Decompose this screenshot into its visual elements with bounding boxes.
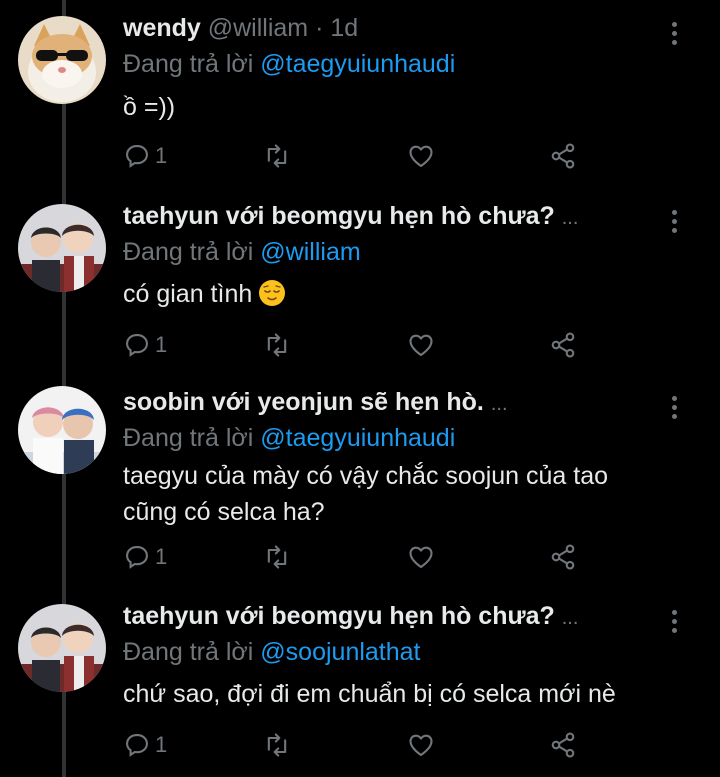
tweet-actions: 1: [123, 540, 593, 574]
like-button[interactable]: [407, 728, 435, 762]
handle[interactable]: @william: [208, 14, 308, 42]
reply-count: 1: [155, 332, 168, 357]
reply-button[interactable]: 1: [123, 728, 167, 762]
avatar[interactable]: [18, 204, 106, 292]
replying-to-label: Đang trả lời: [123, 238, 254, 266]
more-options-icon[interactable]: [664, 16, 684, 50]
retweet-icon: [267, 733, 287, 757]
share-icon: [551, 732, 575, 758]
share-icon: [551, 544, 575, 570]
two-people-photo-avatar: [18, 204, 106, 292]
retweet-button[interactable]: [263, 328, 291, 362]
replying-to-handle[interactable]: @soojunlathat: [260, 638, 420, 666]
reply-icon: [126, 145, 148, 168]
reply-button[interactable]: 1: [123, 328, 167, 362]
display-name[interactable]: wendy: [123, 14, 201, 42]
like-button[interactable]: [407, 139, 435, 173]
reply-icon: [126, 546, 148, 569]
share-button[interactable]: [549, 728, 577, 762]
two-people-selfie-avatar: [18, 386, 106, 474]
avatar[interactable]: [18, 386, 106, 474]
share-icon: [551, 332, 575, 358]
tweet-text: taegyu của mày có vậy chắc soojun của ta…: [123, 462, 609, 526]
tweet[interactable]: taehyun với beomgyu hẹn hò chưa? ... Đan…: [0, 602, 720, 774]
relieved-face-emoji: [259, 280, 286, 306]
tweet-actions: 1: [123, 328, 593, 362]
tweet-text: chứ sao, đợi đi em chuẩn bị có selca mới…: [123, 680, 616, 708]
tweet-text: có gian tình: [123, 276, 683, 312]
replying-to: Đang trả lời @william: [123, 238, 361, 267]
retweet-button[interactable]: [263, 139, 291, 173]
avatar[interactable]: [18, 16, 106, 104]
tweet-header: taehyun với beomgyu hẹn hò chưa? ...: [123, 602, 578, 631]
like-icon: [409, 334, 433, 356]
share-button[interactable]: [549, 540, 577, 574]
timestamp[interactable]: 1d: [330, 14, 358, 42]
name-ellipsis: ...: [561, 207, 579, 229]
retweet-icon: [267, 333, 287, 357]
like-button[interactable]: [407, 540, 435, 574]
reply-count: 1: [155, 732, 168, 757]
replying-to-handle[interactable]: @william: [260, 238, 360, 266]
avatar[interactable]: [18, 604, 106, 692]
replying-to: Đang trả lời @taegyuiunhaudi: [123, 424, 455, 453]
tweet-actions: 1: [123, 139, 593, 173]
display-name[interactable]: taehyun với beomgyu hẹn hò chưa?: [123, 602, 555, 630]
replying-to-handle[interactable]: @taegyuiunhaudi: [260, 50, 455, 78]
replying-to: Đang trả lời @taegyuiunhaudi: [123, 50, 455, 79]
reply-count: 1: [155, 143, 168, 168]
tweet-actions: 1: [123, 728, 593, 762]
two-people-photo-avatar: [18, 604, 106, 692]
replying-to: Đang trả lời @soojunlathat: [123, 638, 421, 667]
share-icon: [551, 143, 575, 169]
replying-to-handle[interactable]: @taegyuiunhaudi: [260, 424, 455, 452]
reply-icon: [126, 734, 148, 757]
more-options-icon[interactable]: [664, 390, 684, 424]
retweet-icon: [267, 545, 287, 569]
like-button[interactable]: [407, 328, 435, 362]
reply-button[interactable]: 1: [123, 139, 167, 173]
tweet-text-content: có gian tình: [123, 280, 253, 308]
name-ellipsis: ...: [490, 393, 508, 415]
tweet-header: wendy @william · 1d: [123, 14, 358, 43]
like-icon: [409, 145, 433, 167]
replying-to-label: Đang trả lời: [123, 424, 254, 452]
tweet-header: soobin với yeonjun sẽ hẹn hò. ...: [123, 388, 508, 417]
replying-to-label: Đang trả lời: [123, 50, 254, 78]
replying-to-label: Đang trả lời: [123, 638, 254, 666]
tweet-text: ồ =)): [123, 93, 176, 121]
tweet[interactable]: wendy @william · 1d Đang trả lời @taegyu…: [0, 14, 720, 176]
like-icon: [409, 734, 433, 756]
tweet-header: taehyun với beomgyu hẹn hò chưa? ...: [123, 202, 578, 231]
more-options-icon[interactable]: [664, 604, 684, 638]
retweet-button[interactable]: [263, 540, 291, 574]
name-ellipsis: ...: [561, 607, 579, 629]
separator: ·: [315, 14, 324, 42]
reply-button[interactable]: 1: [123, 540, 167, 574]
tweet[interactable]: soobin với yeonjun sẽ hẹn hò. ... Đang t…: [0, 386, 720, 580]
display-name[interactable]: soobin với yeonjun sẽ hẹn hò.: [123, 388, 484, 416]
like-icon: [409, 546, 433, 568]
reply-icon: [126, 334, 148, 357]
retweet-button[interactable]: [263, 728, 291, 762]
share-button[interactable]: [549, 139, 577, 173]
retweet-icon: [267, 144, 287, 168]
reply-count: 1: [155, 544, 168, 569]
share-button[interactable]: [549, 328, 577, 362]
display-name[interactable]: taehyun với beomgyu hẹn hò chưa?: [123, 202, 555, 230]
more-options-icon[interactable]: [664, 204, 684, 238]
cat-with-sunglasses-avatar: [18, 16, 106, 104]
tweet[interactable]: taehyun với beomgyu hẹn hò chưa? ... Đan…: [0, 202, 720, 364]
